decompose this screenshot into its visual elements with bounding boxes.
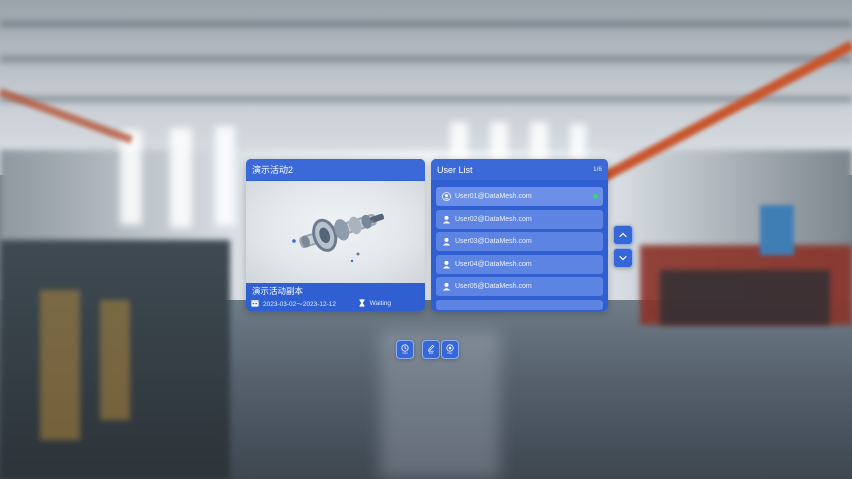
scroll-down-button[interactable] [613,248,633,268]
play-button[interactable]: Play [441,340,459,359]
user-list-item[interactable]: User02@DataMesh.com [436,209,603,229]
user-list-item[interactable]: User05@DataMesh.com [436,277,603,296]
user-list-item[interactable]: User01@DataMesh.com [436,187,603,206]
user-list-item[interactable]: User03@DataMesh.com [436,232,603,251]
play-button-label: Play [447,351,453,355]
calendar-icon [251,300,259,307]
activity-card[interactable]: 演示活动2 演示活动副本 2023-03-02～2023-12-12 Waiti… [246,159,425,311]
activity-card-header: 演示活动2 [246,159,425,180]
eye-icon [446,344,454,352]
activity-name: 演示活动副本 [252,286,304,296]
clock-icon [401,344,409,352]
chevron-up-icon [619,232,627,238]
user-icon [442,237,451,246]
user-list-panel: User List 1/6 User01@DataMesh.com User02… [431,159,608,311]
user-icon [442,260,451,269]
user-icon [442,282,451,291]
activity-card-header-title: 演示活动2 [252,165,294,175]
factory-background [0,0,852,479]
user-email: User05@DataMesh.com [455,283,532,290]
user-email: User02@DataMesh.com [455,215,532,223]
user-email: User03@DataMesh.com [455,238,532,245]
user-icon [442,192,451,201]
user-icon [442,215,451,224]
start-button-label: Start [402,351,408,355]
scroll-up-button[interactable] [613,225,633,245]
activity-status-text: Waiting [369,299,391,307]
engine-part-image [292,213,385,263]
user-list-body[interactable]: User01@DataMesh.com User02@DataMesh.com … [431,181,608,311]
start-button[interactable]: Start [396,340,414,359]
user-list-title: User List [437,164,473,175]
activity-date-range: 2023-03-02～2023-12-12 [263,301,336,308]
edit-button-label: Edit [428,351,434,355]
hourglass-icon [359,299,364,307]
user-email: User01@DataMesh.com [455,193,532,200]
activity-status: Waiting [358,299,391,307]
user-email: User04@DataMesh.com [455,260,532,268]
online-status-dot [593,194,598,199]
user-list-header: User List 1/6 [431,159,608,180]
user-list-item[interactable]: User04@DataMesh.com [436,254,603,274]
user-list-item-partial[interactable] [436,299,603,310]
edit-button[interactable]: Edit [422,340,440,359]
chevron-down-icon [619,255,627,261]
user-list-page-indicator: 1/6 [592,166,602,173]
activity-meta: 2023-03-02～2023-12-12 Waiting [251,297,421,309]
edit-icon [428,344,435,352]
activity-thumbnail [246,181,425,283]
